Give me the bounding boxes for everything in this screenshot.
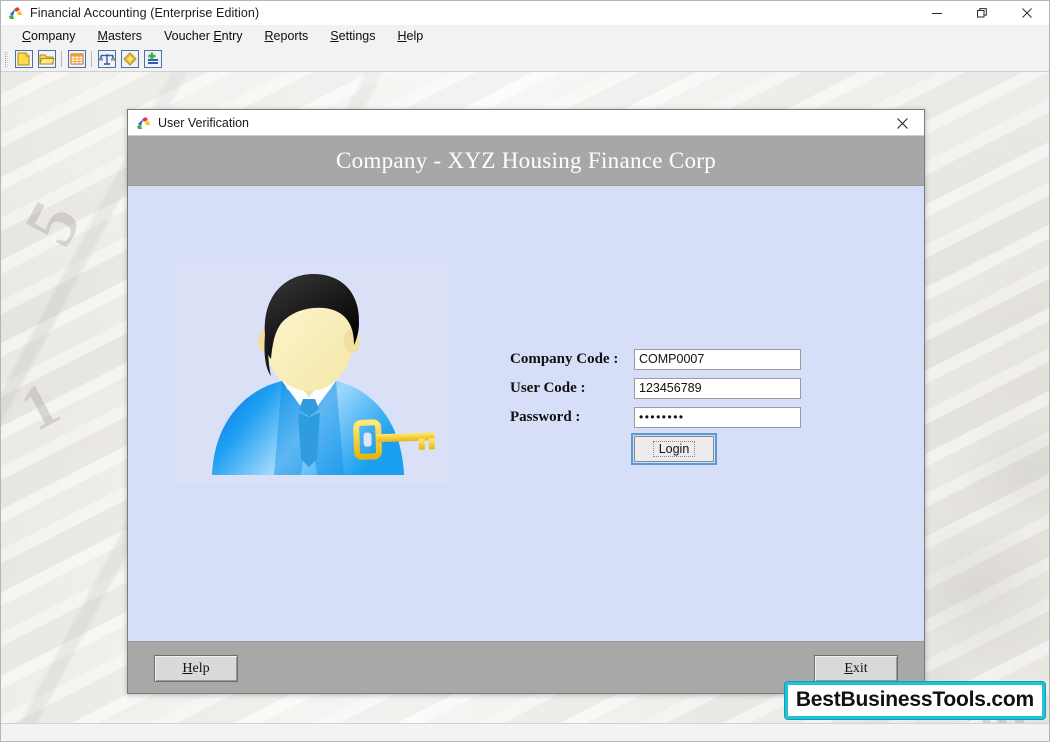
minimize-icon[interactable]: [914, 1, 959, 25]
open-folder-icon[interactable]: [36, 49, 57, 69]
trial-balance-icon[interactable]: [96, 49, 117, 69]
toolbar-grip[interactable]: [5, 51, 8, 67]
voucher-icon[interactable]: [119, 49, 140, 69]
menu-item-voucher-entry[interactable]: Voucher Entry: [153, 27, 254, 45]
menu-item-company[interactable]: Company: [11, 27, 87, 45]
new-document-icon[interactable]: [13, 49, 34, 69]
close-icon[interactable]: [880, 110, 924, 136]
add-entry-icon[interactable]: [142, 49, 163, 69]
menu-item-reports[interactable]: Reports: [254, 27, 320, 45]
window-title: Financial Accounting (Enterprise Edition…: [30, 6, 260, 20]
toolbar-separator: [91, 51, 92, 67]
dialog-body: Company Code : COMP0007 User Code : 1234…: [128, 186, 924, 641]
application-window: Financial Accounting (Enterprise Edition…: [0, 0, 1050, 742]
ledger-grid-icon[interactable]: [66, 49, 87, 69]
user-verification-dialog: User Verification Company - XYZ Housing …: [127, 109, 925, 694]
company-code-input[interactable]: COMP0007: [634, 349, 801, 370]
form-row-company-code: Company Code : COMP0007: [510, 349, 810, 370]
window-controls: [914, 1, 1049, 25]
password-input[interactable]: ••••••••: [634, 407, 801, 428]
form-row-user-code: User Code : 123456789: [510, 378, 810, 399]
help-button[interactable]: Help: [154, 655, 238, 682]
app-puzzle-icon: [7, 5, 23, 21]
user-key-avatar: [212, 273, 435, 475]
restore-icon[interactable]: [959, 1, 1004, 25]
watermark-text: BestBusinessTools.com: [795, 688, 1034, 711]
menu-item-help[interactable]: Help: [386, 27, 434, 45]
toolbar-separator: [61, 51, 62, 67]
menu-item-masters[interactable]: Masters: [87, 27, 153, 45]
company-name-label: Company - XYZ Housing Finance Corp: [335, 147, 717, 173]
status-strip: [1, 723, 1049, 741]
company-code-label: Company Code :: [510, 351, 619, 367]
user-code-input[interactable]: 123456789: [634, 378, 801, 399]
login-button[interactable]: Login: [631, 433, 717, 465]
form-row-password: Password : ••••••••: [510, 407, 810, 428]
dialog-title: User Verification: [158, 115, 250, 130]
password-label: Password :: [510, 409, 581, 425]
toolbar: [1, 47, 1049, 72]
avatar-panel: [170, 263, 448, 485]
login-form: Company Code : COMP0007 User Code : 1234…: [510, 349, 810, 465]
watermark-badge: BestBusinessTools.com: [784, 682, 1045, 719]
dialog-title-bar: User Verification: [128, 110, 924, 136]
user-code-label: User Code :: [510, 380, 586, 396]
login-button-label: Login: [652, 441, 696, 457]
menu-item-settings[interactable]: Settings: [319, 27, 386, 45]
client-area: 5 1 20 User Verification: [1, 72, 1049, 723]
login-row: Login: [631, 433, 717, 465]
menu-bar: Company Masters Voucher Entry Reports Se…: [1, 25, 1049, 47]
app-puzzle-icon: [135, 115, 151, 131]
exit-button[interactable]: Exit: [814, 655, 898, 682]
close-icon[interactable]: [1004, 1, 1049, 25]
dialog-company-header: Company - XYZ Housing Finance Corp: [128, 136, 924, 186]
window-title-bar: Financial Accounting (Enterprise Edition…: [1, 1, 1049, 25]
